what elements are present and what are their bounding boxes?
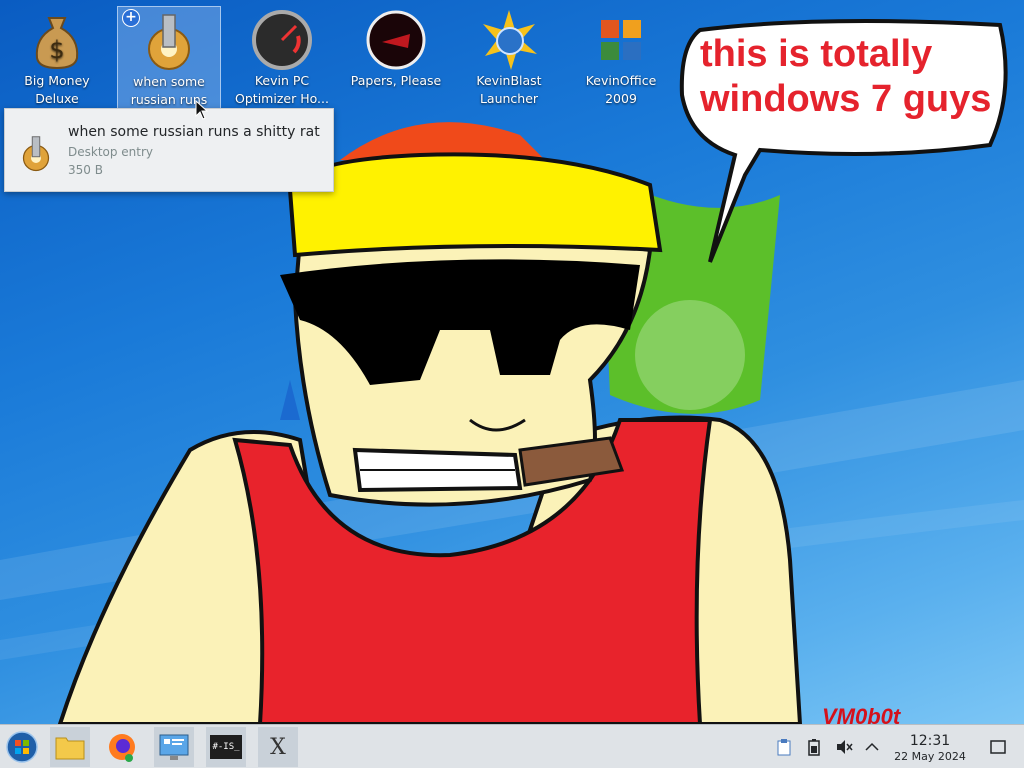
- desktop-icon-kevin-pc-optimizer[interactable]: Kevin PC Optimizer Ho...: [230, 6, 334, 110]
- tooltip-title: when some russian runs a shitty rat: [68, 124, 320, 140]
- volume-muted-icon: [837, 740, 853, 754]
- clipboard-icon: [777, 739, 791, 756]
- desktop-icon-papers-please[interactable]: Papers, Please: [344, 6, 448, 110]
- terminal-icon: #-IS_: [210, 735, 242, 759]
- speech-bubble-text: this is totally windows 7 guys: [700, 33, 992, 120]
- gear-icon: [22, 136, 50, 172]
- clipboard-tray[interactable]: [774, 737, 794, 757]
- add-badge-icon[interactable]: +: [122, 9, 140, 27]
- taskbar-firefox[interactable]: [102, 727, 142, 767]
- battery-tray[interactable]: [804, 737, 824, 757]
- desktop-icon-russian-rat[interactable]: + when some russian runs a...: [117, 6, 221, 110]
- show-hidden-icons-button[interactable]: [862, 737, 882, 757]
- gauge-icon: [252, 10, 312, 70]
- x-icon: X: [270, 734, 286, 760]
- svg-text:$: $: [49, 36, 64, 64]
- desktop-icon-label: Kevin PC Optimizer Ho...: [235, 73, 329, 106]
- desktop-icon-label: Big Money Deluxe: [24, 73, 90, 106]
- desktop-icon-label: KevinBlast Launcher: [476, 73, 542, 106]
- desktop-icon-label: Papers, Please: [350, 73, 442, 88]
- monitor-settings-icon: [159, 734, 189, 760]
- chevron-up-icon: [865, 742, 879, 751]
- clock-date[interactable]: 22 May 2024: [886, 750, 974, 763]
- taskbar: #-IS_ X 12:31 22 May 2024: [0, 724, 1024, 768]
- mouse-cursor-icon: [195, 100, 209, 120]
- papers-please-icon: [366, 10, 426, 70]
- start-menu-button[interactable]: [2, 727, 42, 767]
- windows-orb-icon: [6, 731, 38, 763]
- file-tooltip: when some russian runs a shitty rat Desk…: [4, 108, 334, 192]
- battery-icon: [808, 739, 820, 756]
- office-logo-icon: [601, 20, 641, 60]
- show-desktop-icon: [990, 740, 1006, 754]
- desktop-icon-kevinblast-launcher[interactable]: KevinBlast Launcher: [457, 6, 561, 110]
- show-desktop-button[interactable]: [988, 737, 1008, 757]
- money-bag-icon: $: [35, 17, 79, 70]
- starburst-globe-icon: [483, 10, 537, 70]
- taskbar-system-settings[interactable]: [154, 727, 194, 767]
- tooltip-type: Desktop entry: [68, 145, 154, 159]
- gear-icon: [148, 14, 190, 70]
- taskbar-file-manager[interactable]: [50, 727, 90, 767]
- volume-tray[interactable]: [834, 737, 854, 757]
- clock-time[interactable]: 12:31: [900, 733, 960, 749]
- artist-signature: VM0b0t: [822, 704, 901, 724]
- firefox-icon: [109, 734, 135, 762]
- desktop-icon-kevinoffice-2009[interactable]: KevinOffice 2009: [569, 6, 673, 110]
- desktop-icon-big-money-deluxe[interactable]: $ Big Money Deluxe: [5, 6, 109, 110]
- desktop-icon-label: KevinOffice 2009: [585, 73, 657, 106]
- taskbar-x-app[interactable]: X: [258, 727, 298, 767]
- folder-icon: [55, 737, 85, 760]
- taskbar-terminal[interactable]: #-IS_: [206, 727, 246, 767]
- tooltip-size: 350 B: [68, 163, 103, 177]
